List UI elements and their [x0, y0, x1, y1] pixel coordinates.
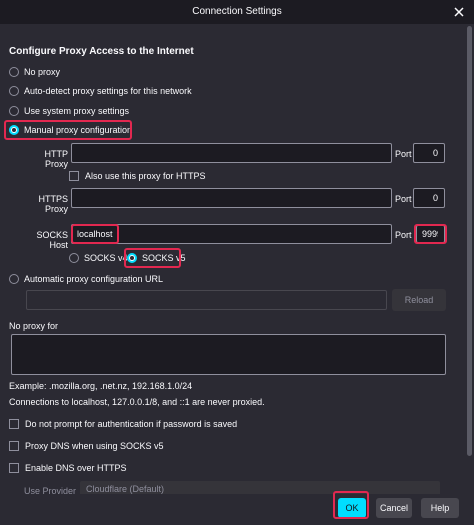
- help-button[interactable]: Help: [421, 498, 459, 518]
- also-https-row[interactable]: Also use this proxy for HTTPS: [69, 169, 206, 183]
- http-port-label: Port: [395, 149, 412, 159]
- autoconfig-url-input[interactable]: [26, 290, 387, 310]
- no-prompt-label: Do not prompt for authentication if pass…: [25, 419, 238, 429]
- also-https-checkbox[interactable]: [69, 171, 79, 181]
- proxy-dns-checkbox[interactable]: [9, 441, 19, 451]
- enable-doh-label: Enable DNS over HTTPS: [25, 463, 127, 473]
- radio-button[interactable]: [9, 86, 19, 96]
- radio-no-proxy[interactable]: No proxy: [9, 65, 60, 79]
- cancel-button[interactable]: Cancel: [376, 498, 412, 518]
- socks-port-label: Port: [395, 230, 412, 240]
- radio-button[interactable]: [9, 106, 19, 116]
- enable-doh-checkbox[interactable]: [9, 463, 19, 473]
- socks-host-label: SOCKS Host: [36, 230, 68, 250]
- radio-socks-v5[interactable]: SOCKS v5: [127, 251, 186, 265]
- radio-label: Automatic proxy configuration URL: [24, 274, 164, 284]
- radio-label: Manual proxy configuration: [24, 125, 133, 135]
- radio-system-proxy[interactable]: Use system proxy settings: [9, 104, 129, 118]
- radio-button[interactable]: [9, 274, 19, 284]
- settings-content: Configure Proxy Access to the Internet N…: [0, 24, 474, 525]
- radio-label: SOCKS v4: [84, 253, 128, 263]
- https-port-label: Port: [395, 194, 412, 204]
- radio-label: Use system proxy settings: [24, 106, 130, 116]
- window-title: Connection Settings: [192, 6, 282, 17]
- http-port-input[interactable]: [413, 143, 445, 163]
- radio-socks-v4[interactable]: SOCKS v4: [69, 251, 128, 265]
- no-proxy-for-textarea[interactable]: [11, 334, 446, 375]
- no-prompt-row[interactable]: Do not prompt for authentication if pass…: [9, 417, 237, 431]
- close-icon[interactable]: [452, 5, 466, 19]
- radio-button-selected[interactable]: [127, 253, 137, 263]
- proxy-dns-row[interactable]: Proxy DNS when using SOCKS v5: [9, 439, 164, 453]
- https-proxy-input[interactable]: [71, 188, 392, 208]
- also-https-label: Also use this proxy for HTTPS: [85, 171, 206, 181]
- socks-host-input[interactable]: [71, 224, 392, 244]
- socks-port-input[interactable]: [416, 225, 445, 243]
- enable-doh-row[interactable]: Enable DNS over HTTPS: [9, 461, 127, 475]
- localhost-note: Connections to localhost, 127.0.0.1/8, a…: [9, 397, 265, 407]
- radio-automatic-url[interactable]: Automatic proxy configuration URL: [9, 272, 163, 286]
- http-proxy-input[interactable]: [71, 143, 392, 163]
- reload-button[interactable]: Reload: [392, 289, 446, 311]
- dialog-button-bar: OK Cancel Help: [0, 494, 474, 525]
- radio-label: SOCKS v5: [142, 253, 186, 263]
- radio-button[interactable]: [9, 67, 19, 77]
- radio-label: Auto-detect proxy settings for this netw…: [24, 86, 192, 96]
- scrollbar[interactable]: [467, 24, 472, 494]
- http-proxy-label: HTTP Proxy: [44, 149, 69, 169]
- no-prompt-checkbox[interactable]: [9, 419, 19, 429]
- radio-manual-proxy[interactable]: Manual proxy configuration: [9, 123, 132, 137]
- https-port-input[interactable]: [413, 188, 445, 208]
- scrollbar-thumb[interactable]: [467, 26, 472, 456]
- ok-button[interactable]: OK: [338, 498, 366, 518]
- no-proxy-for-label: No proxy for: [9, 321, 59, 331]
- radio-auto-detect[interactable]: Auto-detect proxy settings for this netw…: [9, 84, 192, 98]
- radio-button[interactable]: [69, 253, 79, 263]
- radio-button-selected[interactable]: [9, 125, 19, 135]
- example-text: Example: .mozilla.org, .net.nz, 192.168.…: [9, 381, 193, 391]
- proxy-dns-label: Proxy DNS when using SOCKS v5: [25, 441, 164, 451]
- section-heading: Configure Proxy Access to the Internet: [9, 46, 194, 57]
- https-proxy-label: HTTPS Proxy: [38, 194, 68, 214]
- radio-label: No proxy: [24, 67, 61, 77]
- title-bar: Connection Settings: [0, 0, 474, 24]
